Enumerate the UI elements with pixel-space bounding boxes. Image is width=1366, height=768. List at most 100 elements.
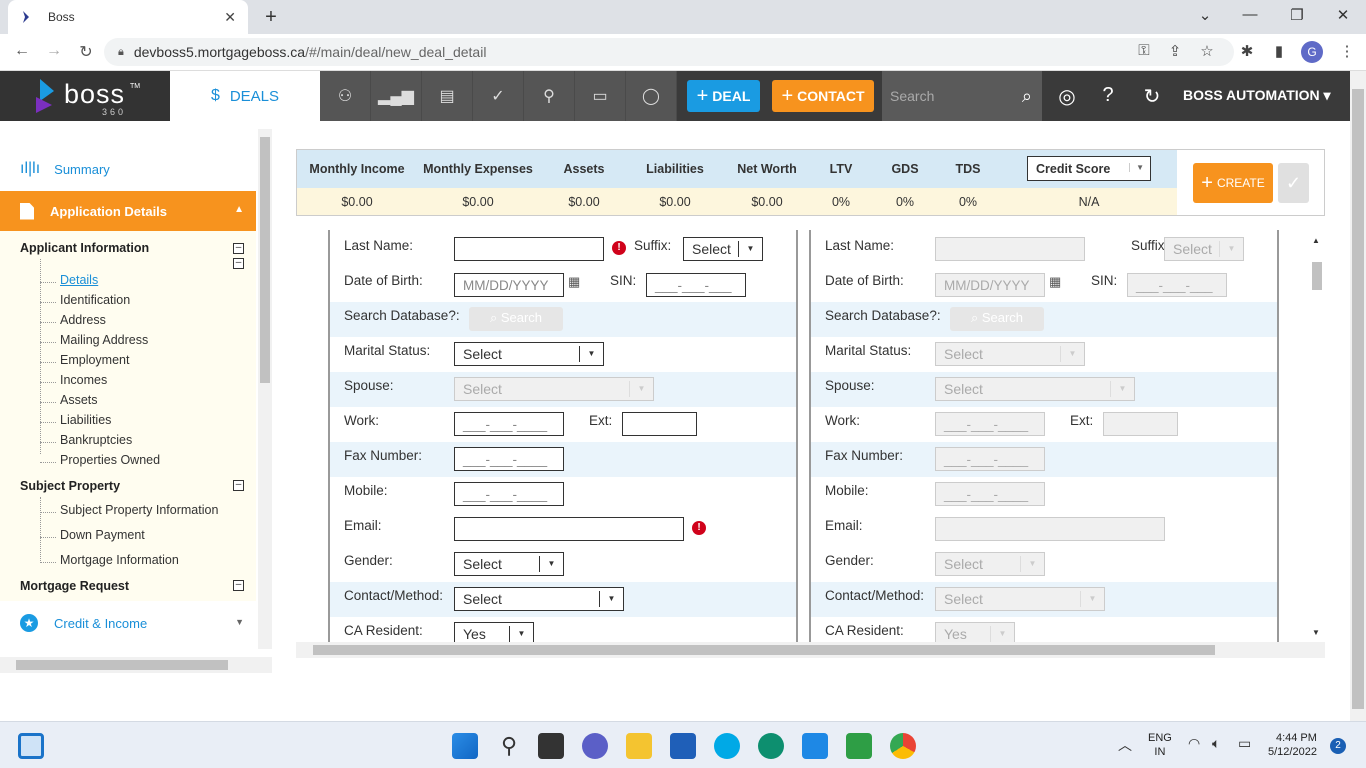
reload-icon[interactable]: ↻ [76,42,96,62]
teams-chat-icon[interactable] [582,733,608,759]
suffix-select[interactable]: Select ▼ [1164,237,1244,261]
form-hscrollbar[interactable] [296,642,1325,658]
sidebar-subitem-address[interactable]: Address [60,313,106,327]
user-menu[interactable]: BOSS AUTOMATION ▾ [1183,71,1331,121]
calendar-icon[interactable]: ▦ [1049,274,1061,290]
sidebar-subitem-liabilities[interactable]: Liabilities [60,413,111,427]
date-of-birth-input[interactable]: MM/DD/YYYY [454,273,564,297]
search-database-button[interactable]: ⌕ Search [950,307,1044,331]
battery-icon[interactable]: ▭ [1238,735,1251,752]
last-name-input[interactable] [935,237,1085,261]
sidebar-subitem-details[interactable]: Details [60,273,98,287]
group-mortgage-request[interactable]: Mortgage Request [20,579,129,593]
sidebar-subitem-mailing-address[interactable]: Mailing Address [60,333,148,347]
new-deal-button[interactable]: + DEAL [687,80,760,112]
fax-number-input[interactable]: ___-___-____ [935,447,1045,471]
gender-select[interactable]: Select ▼ [935,552,1045,576]
sidebar-subitem-bankruptcies[interactable]: Bankruptcies [60,433,132,447]
sidebar-subitem-subject-property-information[interactable]: Subject Property Information [60,503,218,517]
spouse-select[interactable]: Select ▼ [935,377,1135,401]
side-panel-icon[interactable]: ▮ [1270,42,1288,60]
sin-input[interactable]: ___-___-___ [646,273,746,297]
sin-input[interactable]: ___-___-___ [1127,273,1227,297]
funnel-icon[interactable]: ⚲ [524,71,575,121]
sidebar-hscrollbar[interactable] [0,657,272,673]
collapse-icon[interactable]: – [233,580,244,591]
wifi-icon[interactable]: ◠ [1188,735,1200,752]
bookmark-star-icon[interactable]: ☆ [1198,42,1216,60]
minimize-icon[interactable]: — [1240,6,1260,23]
date-of-birth-input[interactable]: MM/DD/YYYY [935,273,1045,297]
documents-icon[interactable]: ▤ [422,71,473,121]
close-tab-icon[interactable]: ✕ [224,9,236,26]
restore-icon[interactable]: ❐ [1287,6,1307,24]
profile-avatar[interactable]: G [1301,41,1323,63]
deals-nav[interactable]: $ DEALS [170,71,320,121]
form-scrollbar[interactable]: ▲ ▼ [1309,232,1325,640]
credit-score-select[interactable]: Credit Score ▼ [1027,156,1151,181]
widgets-icon[interactable] [18,733,44,759]
language-indicator[interactable]: ENG IN [1148,731,1172,759]
messages-icon[interactable]: ▭ [575,71,626,121]
key-icon[interactable]: ⚿ [1135,42,1153,59]
create-button[interactable]: + CREATE [1193,163,1273,203]
sidebar-subitem-properties-owned[interactable]: Properties Owned [60,453,160,467]
edge-icon[interactable] [758,733,784,759]
forward-icon[interactable]: → [44,42,64,60]
work-phone-input[interactable]: ___-___-____ [454,412,564,436]
sidebar-item-credit-income[interactable]: ★ Credit & Income ▼ [0,603,256,643]
url-input[interactable]: 🔒︎ devboss5.mortgageboss.ca/#/main/deal/… [104,38,1234,66]
suffix-select[interactable]: Select ▼ [683,237,763,261]
back-icon[interactable]: ← [12,42,32,60]
fax-number-input[interactable]: ___-___-____ [454,447,564,471]
sidebar-subitem-assets[interactable]: Assets [60,393,98,407]
clock[interactable]: 4:44 PM 5/12/2022 [1268,731,1317,759]
sidebar-subitem-identification[interactable]: Identification [60,293,130,307]
group-subject-property[interactable]: Subject Property [20,479,120,493]
media-player-icon[interactable] [846,733,872,759]
contacts-icon[interactable]: ⚇ [320,71,371,121]
search-database-button[interactable]: ⌕ Search [469,307,563,331]
sidebar-subitem-employment[interactable]: Employment [60,353,129,367]
sidebar-item-application-details[interactable]: Application Details ▲ [0,191,256,231]
store-icon[interactable] [670,733,696,759]
mobile-input[interactable]: ___-___-____ [454,482,564,506]
sidebar-subitem-incomes[interactable]: Incomes [60,373,107,387]
contact-method-select[interactable]: Select ▼ [935,587,1105,611]
skype-icon[interactable] [714,733,740,759]
marital-status-select[interactable]: Select ▼ [454,342,604,366]
spouse-select[interactable]: Select ▼ [454,377,654,401]
task-view-icon[interactable] [538,733,564,759]
help-icon[interactable]: ? [1096,84,1120,107]
page-scrollbar[interactable] [1350,71,1366,721]
close-window-icon[interactable]: ✕ [1333,6,1353,24]
contact-method-select[interactable]: Select ▼ [454,587,624,611]
volume-icon[interactable]: 🔈︎ [1212,735,1220,752]
ca-resident-select[interactable]: Yes ▼ [935,622,1015,642]
sidebar-scrollbar[interactable] [258,129,272,649]
group-applicant-information[interactable]: Applicant Information [20,241,149,255]
sidebar-subitem-mortgage-information[interactable]: Mortgage Information [60,553,179,567]
extensions-icon[interactable]: ✱ [1238,42,1256,60]
sidebar-subitem-down-payment[interactable]: Down Payment [60,528,145,542]
circle-logo-icon[interactable]: ◯ [626,71,677,121]
collapse-icon[interactable]: – [233,243,244,254]
browser-tab[interactable]: Boss ✕ [8,0,248,34]
mobile-input[interactable]: ___-___-____ [935,482,1045,506]
marital-status-select[interactable]: Select ▼ [935,342,1085,366]
reports-icon[interactable]: ▂▄▆ [371,71,422,121]
collapse-icon[interactable]: – [233,480,244,491]
start-icon[interactable] [452,733,478,759]
confirm-check-button[interactable]: ✓ [1278,163,1309,203]
email-input[interactable] [454,517,684,541]
share-icon[interactable]: ⇪ [1166,42,1184,60]
ca-resident-select[interactable]: Yes ▼ [454,622,534,642]
last-name-input[interactable] [454,237,604,261]
header-search-input[interactable]: Search ⌕ [882,71,1042,121]
file-explorer-icon[interactable] [626,733,652,759]
tab-list-icon[interactable]: ⌄ [1195,6,1215,24]
calendar-icon[interactable]: ▦ [568,274,580,290]
search-icon[interactable]: ⚲ [496,733,522,759]
fingerprint-icon[interactable]: ◎ [1055,84,1079,109]
sidebar-item-summary[interactable]: ıl|lı Summary [0,149,256,189]
